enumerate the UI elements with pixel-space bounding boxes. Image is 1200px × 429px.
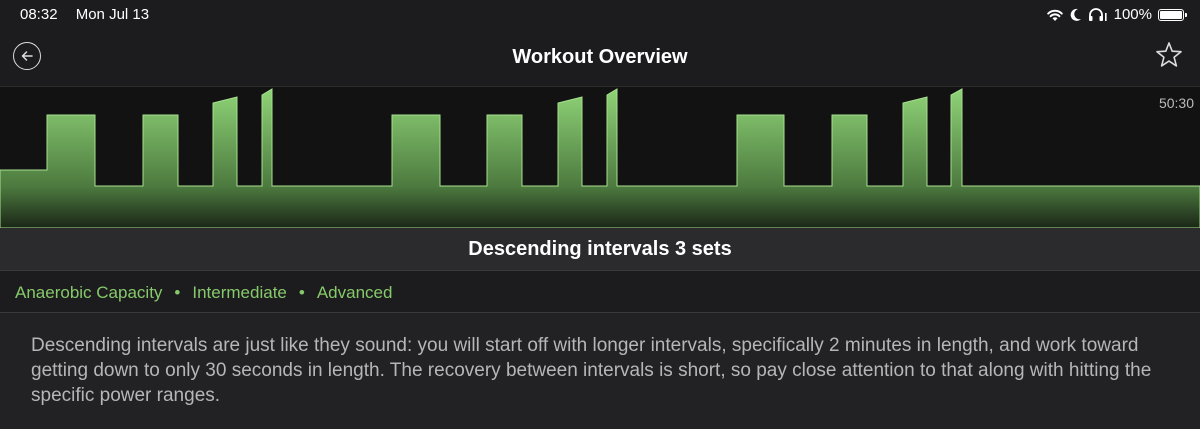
- battery-fill: [1160, 10, 1182, 19]
- headphones-icon: [1088, 7, 1107, 21]
- workout-duration: 50:30: [1158, 95, 1194, 111]
- status-time: 08:32: [20, 6, 58, 23]
- workout-tags: Anaerobic Capacity • Intermediate • Advanced: [15, 283, 392, 303]
- tag-anaerobic-capacity: Anaerobic Capacity: [15, 283, 163, 302]
- status-date: Mon Jul 13: [75, 6, 150, 23]
- status-right: 100%: [1046, 6, 1187, 23]
- status-left: 08:32 Mon Jul 13: [20, 6, 163, 23]
- status-bar: 08:32 Mon Jul 13 100%: [0, 0, 1200, 28]
- tag-separator: •: [298, 283, 305, 302]
- workout-profile-area: [0, 88, 1200, 228]
- description-panel: Descending intervals are just like they …: [0, 313, 1200, 429]
- workout-graph: 50:30: [0, 86, 1200, 229]
- workout-description: Descending intervals are just like they …: [31, 335, 1152, 406]
- workout-title-bar: Descending intervals 3 sets: [0, 228, 1200, 271]
- battery-percent: 100%: [1113, 6, 1152, 23]
- nav-bar: Workout Overview: [0, 28, 1200, 86]
- workout-title: Descending intervals 3 sets: [468, 237, 732, 260]
- tag-separator: •: [174, 283, 181, 302]
- tag-advanced: Advanced: [316, 283, 393, 302]
- page-title: Workout Overview: [512, 46, 688, 68]
- battery-icon: [1158, 8, 1187, 21]
- star-icon[interactable]: [1154, 40, 1184, 70]
- workout-profile-chart: [0, 88, 1200, 228]
- moon-icon: [1070, 8, 1081, 21]
- tag-intermediate: Intermediate: [192, 283, 287, 302]
- wifi-icon: [1046, 9, 1063, 21]
